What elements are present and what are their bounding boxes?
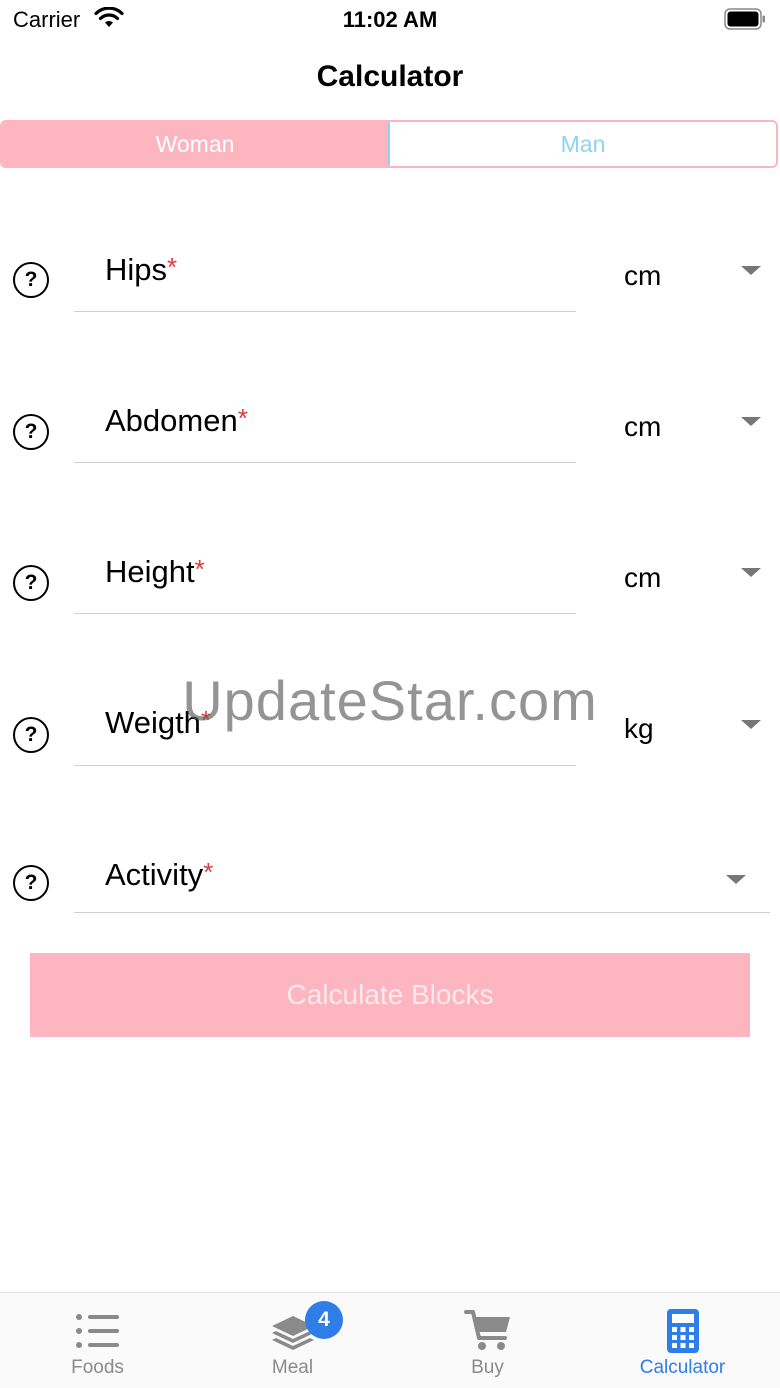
field-underline <box>74 462 576 463</box>
help-icon[interactable]: ? <box>13 717 49 753</box>
segment-man[interactable]: Man <box>388 122 776 166</box>
required-mark: * <box>200 705 212 735</box>
status-time: 11:02 AM <box>342 7 438 32</box>
activity-label: Activity* <box>105 857 214 892</box>
help-icon[interactable]: ? <box>13 414 49 450</box>
required-mark: * <box>237 403 248 433</box>
weight-label: Weigth* <box>105 705 212 740</box>
tab-foods[interactable]: Foods <box>0 1293 195 1388</box>
required-mark: * <box>203 857 214 887</box>
tab-meal[interactable]: 4 Meal <box>195 1293 390 1388</box>
tab-calculator[interactable]: Calculator <box>585 1293 780 1388</box>
chevron-down-icon[interactable] <box>741 568 761 577</box>
status-bar: Carrier 11:02 AM <box>0 0 780 40</box>
field-underline <box>74 912 770 913</box>
help-icon[interactable]: ? <box>13 565 49 601</box>
calculate-blocks-button[interactable]: Calculate Blocks <box>30 953 750 1037</box>
tab-bar: Foods 4 Meal Buy Calculator <box>0 1292 780 1388</box>
field-underline <box>74 613 576 614</box>
tab-buy[interactable]: Buy <box>390 1293 585 1388</box>
tab-label: Meal <box>271 1357 314 1378</box>
height-label: Height* <box>105 554 205 589</box>
abdomen-unit-select[interactable]: cm <box>624 411 661 443</box>
height-field[interactable]: ? Height* cm <box>0 532 780 632</box>
chevron-down-icon[interactable] <box>741 720 761 729</box>
chevron-down-icon[interactable] <box>741 266 761 275</box>
battery-icon <box>724 8 765 30</box>
required-mark: * <box>167 252 178 282</box>
tab-label: Foods <box>71 1357 124 1378</box>
height-unit-select[interactable]: cm <box>624 562 661 594</box>
field-underline <box>74 765 576 766</box>
help-icon[interactable]: ? <box>13 865 49 901</box>
cart-icon <box>463 1307 512 1355</box>
weight-unit-select[interactable]: kg <box>624 713 654 745</box>
gender-segmented-control: Woman Man <box>0 120 778 168</box>
calculator-icon <box>666 1307 700 1355</box>
abdomen-field[interactable]: ? Abdomen* cm <box>0 381 780 481</box>
field-underline <box>74 311 576 312</box>
hips-unit-select[interactable]: cm <box>624 260 661 292</box>
page-title: Calculator <box>316 60 464 93</box>
weight-field[interactable]: ? Weigth* kg <box>0 683 780 783</box>
required-mark: * <box>194 554 205 584</box>
help-icon[interactable]: ? <box>13 262 49 298</box>
hips-label: Hips* <box>105 252 178 287</box>
tab-label: Buy <box>471 1357 504 1378</box>
activity-field[interactable]: ? Activity* <box>0 835 780 935</box>
hips-field[interactable]: ? Hips* cm <box>0 230 780 330</box>
abdomen-label: Abdomen* <box>105 403 248 438</box>
segment-woman[interactable]: Woman <box>2 122 388 166</box>
chevron-down-icon[interactable] <box>741 417 761 426</box>
chevron-down-icon[interactable] <box>726 875 746 884</box>
tab-label: Calculator <box>639 1357 726 1378</box>
list-icon <box>75 1307 121 1355</box>
meal-count-badge: 4 <box>305 1301 343 1339</box>
